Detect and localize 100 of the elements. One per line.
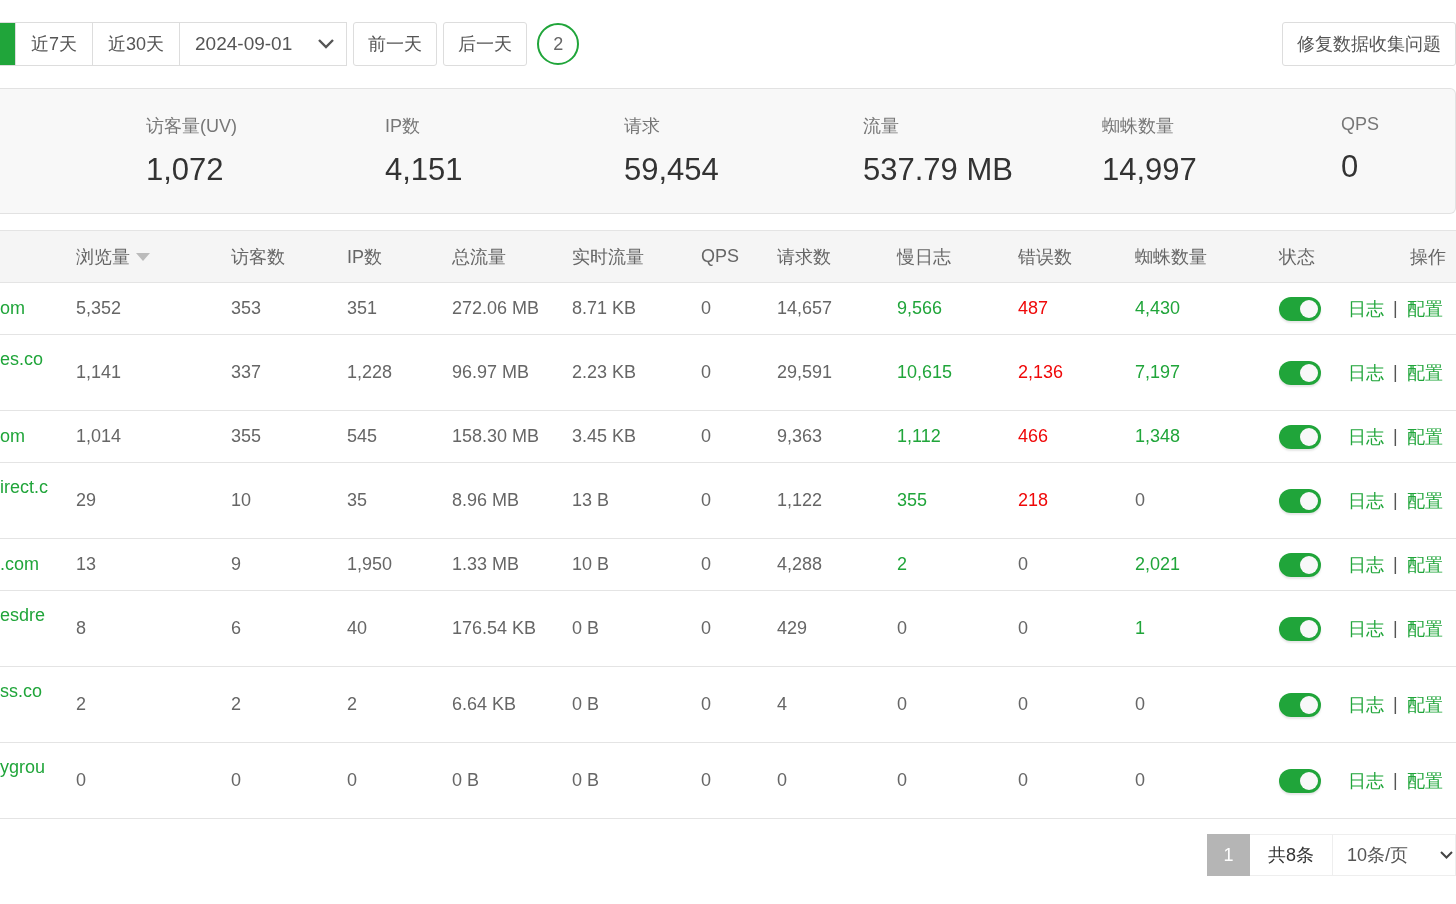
table-cell: 1,141 xyxy=(76,362,122,383)
site-link[interactable]: ss.co xyxy=(0,667,76,742)
table-cell: 0 xyxy=(701,770,711,791)
table-cell: 351 xyxy=(347,298,378,319)
table-cell: 4,288 xyxy=(777,554,823,575)
status-toggle[interactable] xyxy=(1279,616,1321,641)
table-cell: 0 xyxy=(1018,618,1028,639)
table-cell: 158.30 MB xyxy=(452,426,540,447)
table-cell: 0 xyxy=(1018,770,1028,791)
table-cell: 0 xyxy=(1135,490,1145,511)
table-cell: 0 xyxy=(701,618,711,639)
status-toggle[interactable] xyxy=(1279,360,1321,385)
table-cell: 1,112 xyxy=(897,426,941,447)
config-link[interactable]: 配置 xyxy=(1406,296,1443,321)
column-header[interactable]: 访客数 xyxy=(231,244,285,269)
table-cell: 0 xyxy=(1018,694,1028,715)
status-toggle[interactable] xyxy=(1279,692,1321,717)
config-link[interactable]: 配置 xyxy=(1406,360,1443,385)
table-cell: 0 xyxy=(701,362,711,383)
log-link[interactable]: 日志 xyxy=(1348,296,1384,321)
table-cell: 0 xyxy=(701,426,711,447)
column-header[interactable]: QPS xyxy=(701,246,739,267)
log-link[interactable]: 日志 xyxy=(1348,616,1384,641)
log-link[interactable]: 日志 xyxy=(1348,424,1384,449)
table-cell: 1,950 xyxy=(347,554,393,575)
stat-label: 访客量(UV) xyxy=(146,115,238,138)
site-link[interactable]: om xyxy=(0,283,76,334)
page-size-select[interactable]: 10条/页 xyxy=(1333,834,1456,876)
table-cell: 0 xyxy=(777,770,787,791)
status-toggle[interactable] xyxy=(1279,424,1321,449)
table-cell: 1,228 xyxy=(347,362,393,383)
table-cell: 4 xyxy=(777,694,787,715)
config-link[interactable]: 配置 xyxy=(1406,488,1443,513)
column-header[interactable]: 实时流量 xyxy=(572,244,644,269)
column-header[interactable]: 请求数 xyxy=(777,244,831,269)
log-link[interactable]: 日志 xyxy=(1348,488,1384,513)
chevron-down-icon xyxy=(1440,851,1453,859)
separator: | xyxy=(1393,490,1398,511)
status-toggle[interactable] xyxy=(1279,488,1321,513)
table-cell: 0 xyxy=(701,490,711,511)
table-cell: 1,122 xyxy=(777,490,823,511)
table-cell: 337 xyxy=(231,362,262,383)
stat-label: QPS xyxy=(1341,114,1380,135)
table-cell: 8.96 MB xyxy=(452,490,520,511)
config-link[interactable]: 配置 xyxy=(1406,692,1443,717)
log-link[interactable]: 日志 xyxy=(1348,768,1384,793)
day-button[interactable]: 后一天 xyxy=(443,22,528,66)
table-cell: 1.33 MB xyxy=(452,554,520,575)
table-cell: 0 xyxy=(897,618,907,639)
table-cell: 0 xyxy=(1135,770,1145,791)
stat-value: 1,072 xyxy=(146,152,225,188)
page-button[interactable]: 1 xyxy=(1207,834,1250,876)
status-toggle[interactable] xyxy=(1279,296,1321,321)
config-link[interactable]: 配置 xyxy=(1406,552,1443,577)
status-toggle[interactable] xyxy=(1279,768,1321,793)
table-cell: 0 xyxy=(701,694,711,715)
site-link[interactable]: irect.c xyxy=(0,463,76,538)
table-cell: 10 xyxy=(231,490,252,511)
column-header[interactable]: 总流量 xyxy=(452,244,506,269)
table-cell: 0 xyxy=(76,770,86,791)
column-header[interactable]: 错误数 xyxy=(1018,244,1072,269)
column-header[interactable]: 操作 xyxy=(1410,244,1446,269)
status-toggle[interactable] xyxy=(1279,552,1321,577)
table-cell: 0 xyxy=(701,298,711,319)
site-link[interactable]: es.co xyxy=(0,335,76,410)
sort-down-icon[interactable] xyxy=(136,252,150,261)
table-cell: 0 xyxy=(231,770,241,791)
table-cell: 2 xyxy=(347,694,357,715)
count-badge: 2 xyxy=(537,23,580,65)
table-cell: 0 B xyxy=(572,770,600,791)
table-cell: 9,566 xyxy=(897,298,943,319)
table-cell: 10 B xyxy=(572,554,610,575)
column-header[interactable]: 浏览量 xyxy=(76,244,130,269)
log-link[interactable]: 日志 xyxy=(1348,360,1384,385)
config-link[interactable]: 配置 xyxy=(1406,424,1443,449)
table-cell: 13 B xyxy=(572,490,610,511)
table-cell: 1,014 xyxy=(76,426,122,447)
config-link[interactable]: 配置 xyxy=(1406,768,1443,793)
log-link[interactable]: 日志 xyxy=(1348,692,1384,717)
site-link[interactable]: om xyxy=(0,411,76,462)
table-cell: 1 xyxy=(1135,618,1145,639)
day-button[interactable]: 前一天 xyxy=(353,22,438,66)
table-cell: 29 xyxy=(76,490,97,511)
log-link[interactable]: 日志 xyxy=(1348,552,1384,577)
column-header[interactable]: 慢日志 xyxy=(897,244,951,269)
table-cell: 3.45 KB xyxy=(572,426,637,447)
stat-value: 14,997 xyxy=(1102,152,1198,188)
table-cell: 8 xyxy=(76,618,86,639)
config-link[interactable]: 配置 xyxy=(1406,616,1443,641)
site-link[interactable]: esdre xyxy=(0,591,76,666)
table-cell: 0 xyxy=(1018,554,1028,575)
table-cell: 6 xyxy=(231,618,241,639)
column-header[interactable]: 状态 xyxy=(1279,244,1315,269)
column-header[interactable]: IP数 xyxy=(347,244,382,269)
column-header[interactable]: 蜘蛛数量 xyxy=(1135,244,1207,269)
site-link[interactable]: .com xyxy=(0,539,76,590)
table-cell: 9 xyxy=(231,554,241,575)
repair-button[interactable]: 修复数据收集问题 xyxy=(1282,22,1456,66)
site-link[interactable]: ygrou xyxy=(0,743,76,818)
separator: | xyxy=(1393,770,1398,791)
